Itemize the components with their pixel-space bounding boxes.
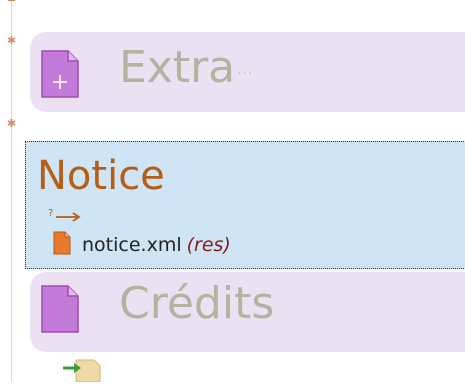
tree-node-bullet: ✱: [6, 34, 17, 47]
section-credits[interactable]: Crédits: [30, 272, 465, 352]
unknown-link-arrow-icon: ?: [47, 206, 83, 228]
section-credits-label: Crédits: [119, 278, 275, 329]
file-name: notice.xml: [82, 234, 182, 256]
section-extra[interactable]: Extra...: [30, 32, 465, 112]
collapsed-ellipsis[interactable]: ...: [237, 62, 253, 78]
file-entry-notice-xml[interactable]: notice.xml (res): [53, 230, 231, 260]
file-tag: (res): [186, 234, 231, 256]
tree-guide-line: [11, 0, 12, 382]
tree-node-bullet: ✱: [6, 117, 17, 130]
section-notice-selected[interactable]: Notice ? notice.xml (res): [25, 141, 465, 269]
section-extra-label: Extra...: [119, 42, 254, 93]
add-document-icon[interactable]: [40, 49, 80, 103]
document-icon[interactable]: [40, 284, 80, 338]
notice-title: Notice: [37, 153, 165, 199]
tree-guide-tick: [8, 0, 15, 5]
svg-text:?: ?: [48, 208, 53, 219]
document-orange-icon: [53, 231, 71, 259]
